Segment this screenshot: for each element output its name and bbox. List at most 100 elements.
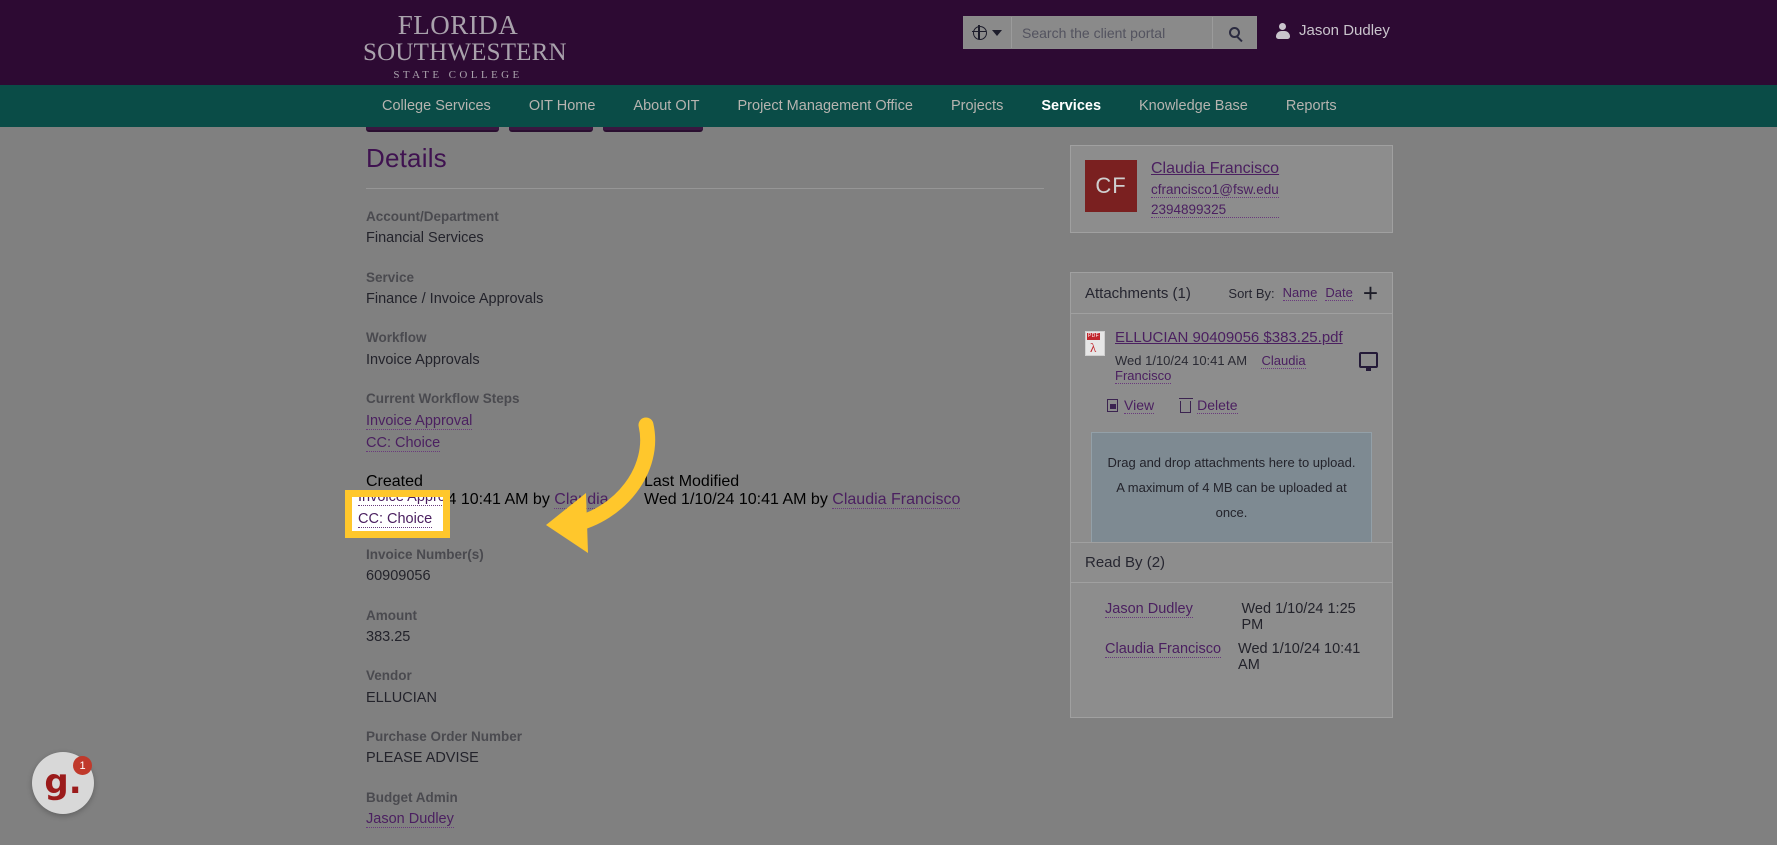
read-by-name-link[interactable]: Claudia Francisco xyxy=(1105,641,1222,658)
read-by-name[interactable]: Claudia Francisco xyxy=(1105,641,1238,673)
field-value: Finance / Invoice Approvals xyxy=(366,290,544,307)
contact-name-link[interactable]: Claudia Francisco xyxy=(1151,160,1279,178)
nav-item-knowledge-base[interactable]: Knowledge Base xyxy=(1120,98,1267,114)
read-by-time: Wed 1/10/24 10:41 AM xyxy=(1238,641,1361,673)
nav-item-project-management-office[interactable]: Project Management Office xyxy=(719,98,932,114)
pdf-file-icon: PDF λ xyxy=(1085,331,1105,357)
field-purchase-order-number: Purchase Order Number PLEASE ADVISE xyxy=(366,727,1044,770)
action-button-stub-3[interactable] xyxy=(603,127,703,132)
delete-attachment-button[interactable]: Delete xyxy=(1178,397,1238,415)
nav-item-reports[interactable]: Reports xyxy=(1267,98,1356,114)
attachments-card: Attachments (1) Sort By: Name Date + PDF… xyxy=(1070,272,1393,564)
contact-phone-link[interactable]: 2394899325 xyxy=(1151,202,1280,218)
contact-card: CF Claudia Francisco cfrancisco1@fsw.edu… xyxy=(1070,145,1393,233)
nav-item-projects[interactable]: Projects xyxy=(932,98,1022,114)
attachment-actions: View Delete xyxy=(1085,397,1378,415)
budget-admin-link[interactable]: Jason Dudley xyxy=(366,811,454,829)
user-name-label: Jason Dudley xyxy=(1299,22,1390,39)
field-value: PLEASE ADVISE xyxy=(366,750,479,767)
view-attachment-button[interactable]: View xyxy=(1107,397,1155,415)
workflow-step-link[interactable]: CC: Choice xyxy=(366,435,441,453)
logo-line-florida: FLORIDA xyxy=(397,10,519,40)
field-label: Workflow xyxy=(366,330,427,346)
contact-row: CF Claudia Francisco cfrancisco1@fsw.edu… xyxy=(1071,146,1392,232)
field-value: Invoice Approvals xyxy=(366,351,480,368)
field-label: Amount xyxy=(366,607,417,623)
dropzone-line-2: A maximum of 4 MB can be uploaded at onc… xyxy=(1116,480,1347,520)
sort-by-name-link[interactable]: Name xyxy=(1282,285,1318,302)
contact-details: Claudia Francisco cfrancisco1@fsw.edu 23… xyxy=(1151,160,1280,218)
highlight-step-2-link[interactable]: CC: Choice xyxy=(358,510,433,528)
attachment-dropzone[interactable]: Drag and drop attachments here to upload… xyxy=(1091,432,1372,545)
app-root: FLORIDA SOUTHWESTERN STATE COLLEGE Jason… xyxy=(0,0,1777,845)
read-by-time: Wed 1/10/24 1:25 PM xyxy=(1241,601,1356,633)
nav-item-college-services[interactable]: College Services xyxy=(363,98,510,114)
search-submit-button[interactable] xyxy=(1212,17,1256,48)
page-content: Details Account/Department Financial Ser… xyxy=(0,127,1777,845)
user-icon xyxy=(1275,23,1290,39)
field-value: ELLUCIAN xyxy=(366,689,437,706)
action-button-stub-2[interactable] xyxy=(509,127,593,132)
attachment-meta: Wed 1/10/24 10:41 AM Claudia Francisco xyxy=(1115,353,1349,385)
field-label: Budget Admin xyxy=(366,789,458,805)
read-by-card: Read By (2) Jason Dudley Wed 1/10/24 1:2… xyxy=(1070,542,1393,718)
attachment-name-link[interactable]: ELLUCIAN 90409056 $383.25.pdf xyxy=(1115,329,1343,346)
logo-line-southwestern: SOUTHWESTERN xyxy=(363,39,567,66)
highlight-step-1-link[interactable]: Invoice Approval xyxy=(358,497,443,506)
pdf-tag: PDF xyxy=(1087,333,1100,341)
modified-block: Last Modified Wed 1/10/24 10:41 AM by Cl… xyxy=(644,473,964,527)
read-by-body: Jason Dudley Wed 1/10/24 1:25 PM Claudia… xyxy=(1071,583,1392,717)
highlight-content: Invoice Approval CC: Choice xyxy=(358,497,443,531)
chat-widget-button[interactable]: g. 1 xyxy=(32,752,94,814)
read-by-row: Jason Dudley Wed 1/10/24 1:25 PM xyxy=(1085,597,1378,637)
contact-email-link[interactable]: cfrancisco1@fsw.edu xyxy=(1151,182,1280,198)
search-scope-dropdown[interactable] xyxy=(964,17,1012,48)
field-workflow: Workflow Invoice Approvals xyxy=(366,328,1044,371)
delete-label[interactable]: Delete xyxy=(1197,397,1238,415)
field-value: 60909056 xyxy=(366,568,431,585)
read-by-name-link[interactable]: Jason Dudley xyxy=(1105,601,1193,618)
modified-value: Wed 1/10/24 10:41 AM by Claudia Francisc… xyxy=(644,490,964,509)
attachment-item: PDF λ ELLUCIAN 90409056 $383.25.pdf Wed … xyxy=(1085,328,1378,385)
attachments-header: Attachments (1) Sort By: Name Date + xyxy=(1071,273,1392,315)
search-bar xyxy=(963,16,1257,49)
modified-by-link[interactable]: Claudia Francisco xyxy=(832,490,961,509)
field-budget-admin: Budget Admin Jason Dudley xyxy=(366,788,1044,831)
field-value: Financial Services xyxy=(366,230,484,247)
site-logo[interactable]: FLORIDA SOUTHWESTERN STATE COLLEGE xyxy=(363,10,567,81)
attachments-body: PDF λ ELLUCIAN 90409056 $383.25.pdf Wed … xyxy=(1071,314,1392,562)
nav-item-about-oit[interactable]: About OIT xyxy=(614,98,718,114)
field-label: Account/Department xyxy=(366,209,499,224)
read-by-row: Claudia Francisco Wed 1/10/24 10:41 AM xyxy=(1085,637,1378,677)
highlight-callout: Invoice Approval CC: Choice xyxy=(345,490,450,538)
monitor-icon[interactable] xyxy=(1359,352,1378,372)
logo-line-state-college: STATE COLLEGE xyxy=(393,69,523,81)
view-label[interactable]: View xyxy=(1124,397,1155,415)
field-label: Purchase Order Number xyxy=(366,729,523,745)
read-by-title: Read By (2) xyxy=(1085,554,1166,571)
title-divider xyxy=(366,188,1044,189)
nav-item-oit-home[interactable]: OIT Home xyxy=(510,98,615,114)
attachments-title: Attachments (1) xyxy=(1085,284,1191,302)
read-by-spacer xyxy=(1085,677,1378,703)
sort-by-date-link[interactable]: Date xyxy=(1325,285,1353,302)
modified-timestamp: Wed 1/10/24 10:41 AM by xyxy=(644,490,828,508)
read-by-header: Read By (2) xyxy=(1071,543,1392,583)
action-button-stub-1[interactable] xyxy=(366,127,499,132)
highlight-line-2[interactable]: CC: Choice xyxy=(358,509,443,531)
add-attachment-icon[interactable]: + xyxy=(1363,280,1378,306)
workflow-step-link[interactable]: Invoice Approval xyxy=(366,413,473,431)
chevron-down-icon xyxy=(992,29,1002,36)
user-menu[interactable]: Jason Dudley xyxy=(1275,22,1390,39)
field-value: 383.25 xyxy=(366,628,411,645)
trash-icon xyxy=(1178,397,1193,413)
nav-item-services[interactable]: Services xyxy=(1022,98,1120,114)
field-amount: Amount 383.25 xyxy=(366,606,1044,649)
highlight-line-1[interactable]: Invoice Approval xyxy=(358,497,443,509)
modified-label: Last Modified xyxy=(644,472,740,490)
search-input[interactable] xyxy=(1012,17,1212,48)
chat-widget-badge: 1 xyxy=(73,756,92,775)
attachment-main: ELLUCIAN 90409056 $383.25.pdf Wed 1/10/2… xyxy=(1115,328,1349,385)
read-by-name[interactable]: Jason Dudley xyxy=(1105,601,1242,633)
field-label: Vendor xyxy=(366,668,412,684)
